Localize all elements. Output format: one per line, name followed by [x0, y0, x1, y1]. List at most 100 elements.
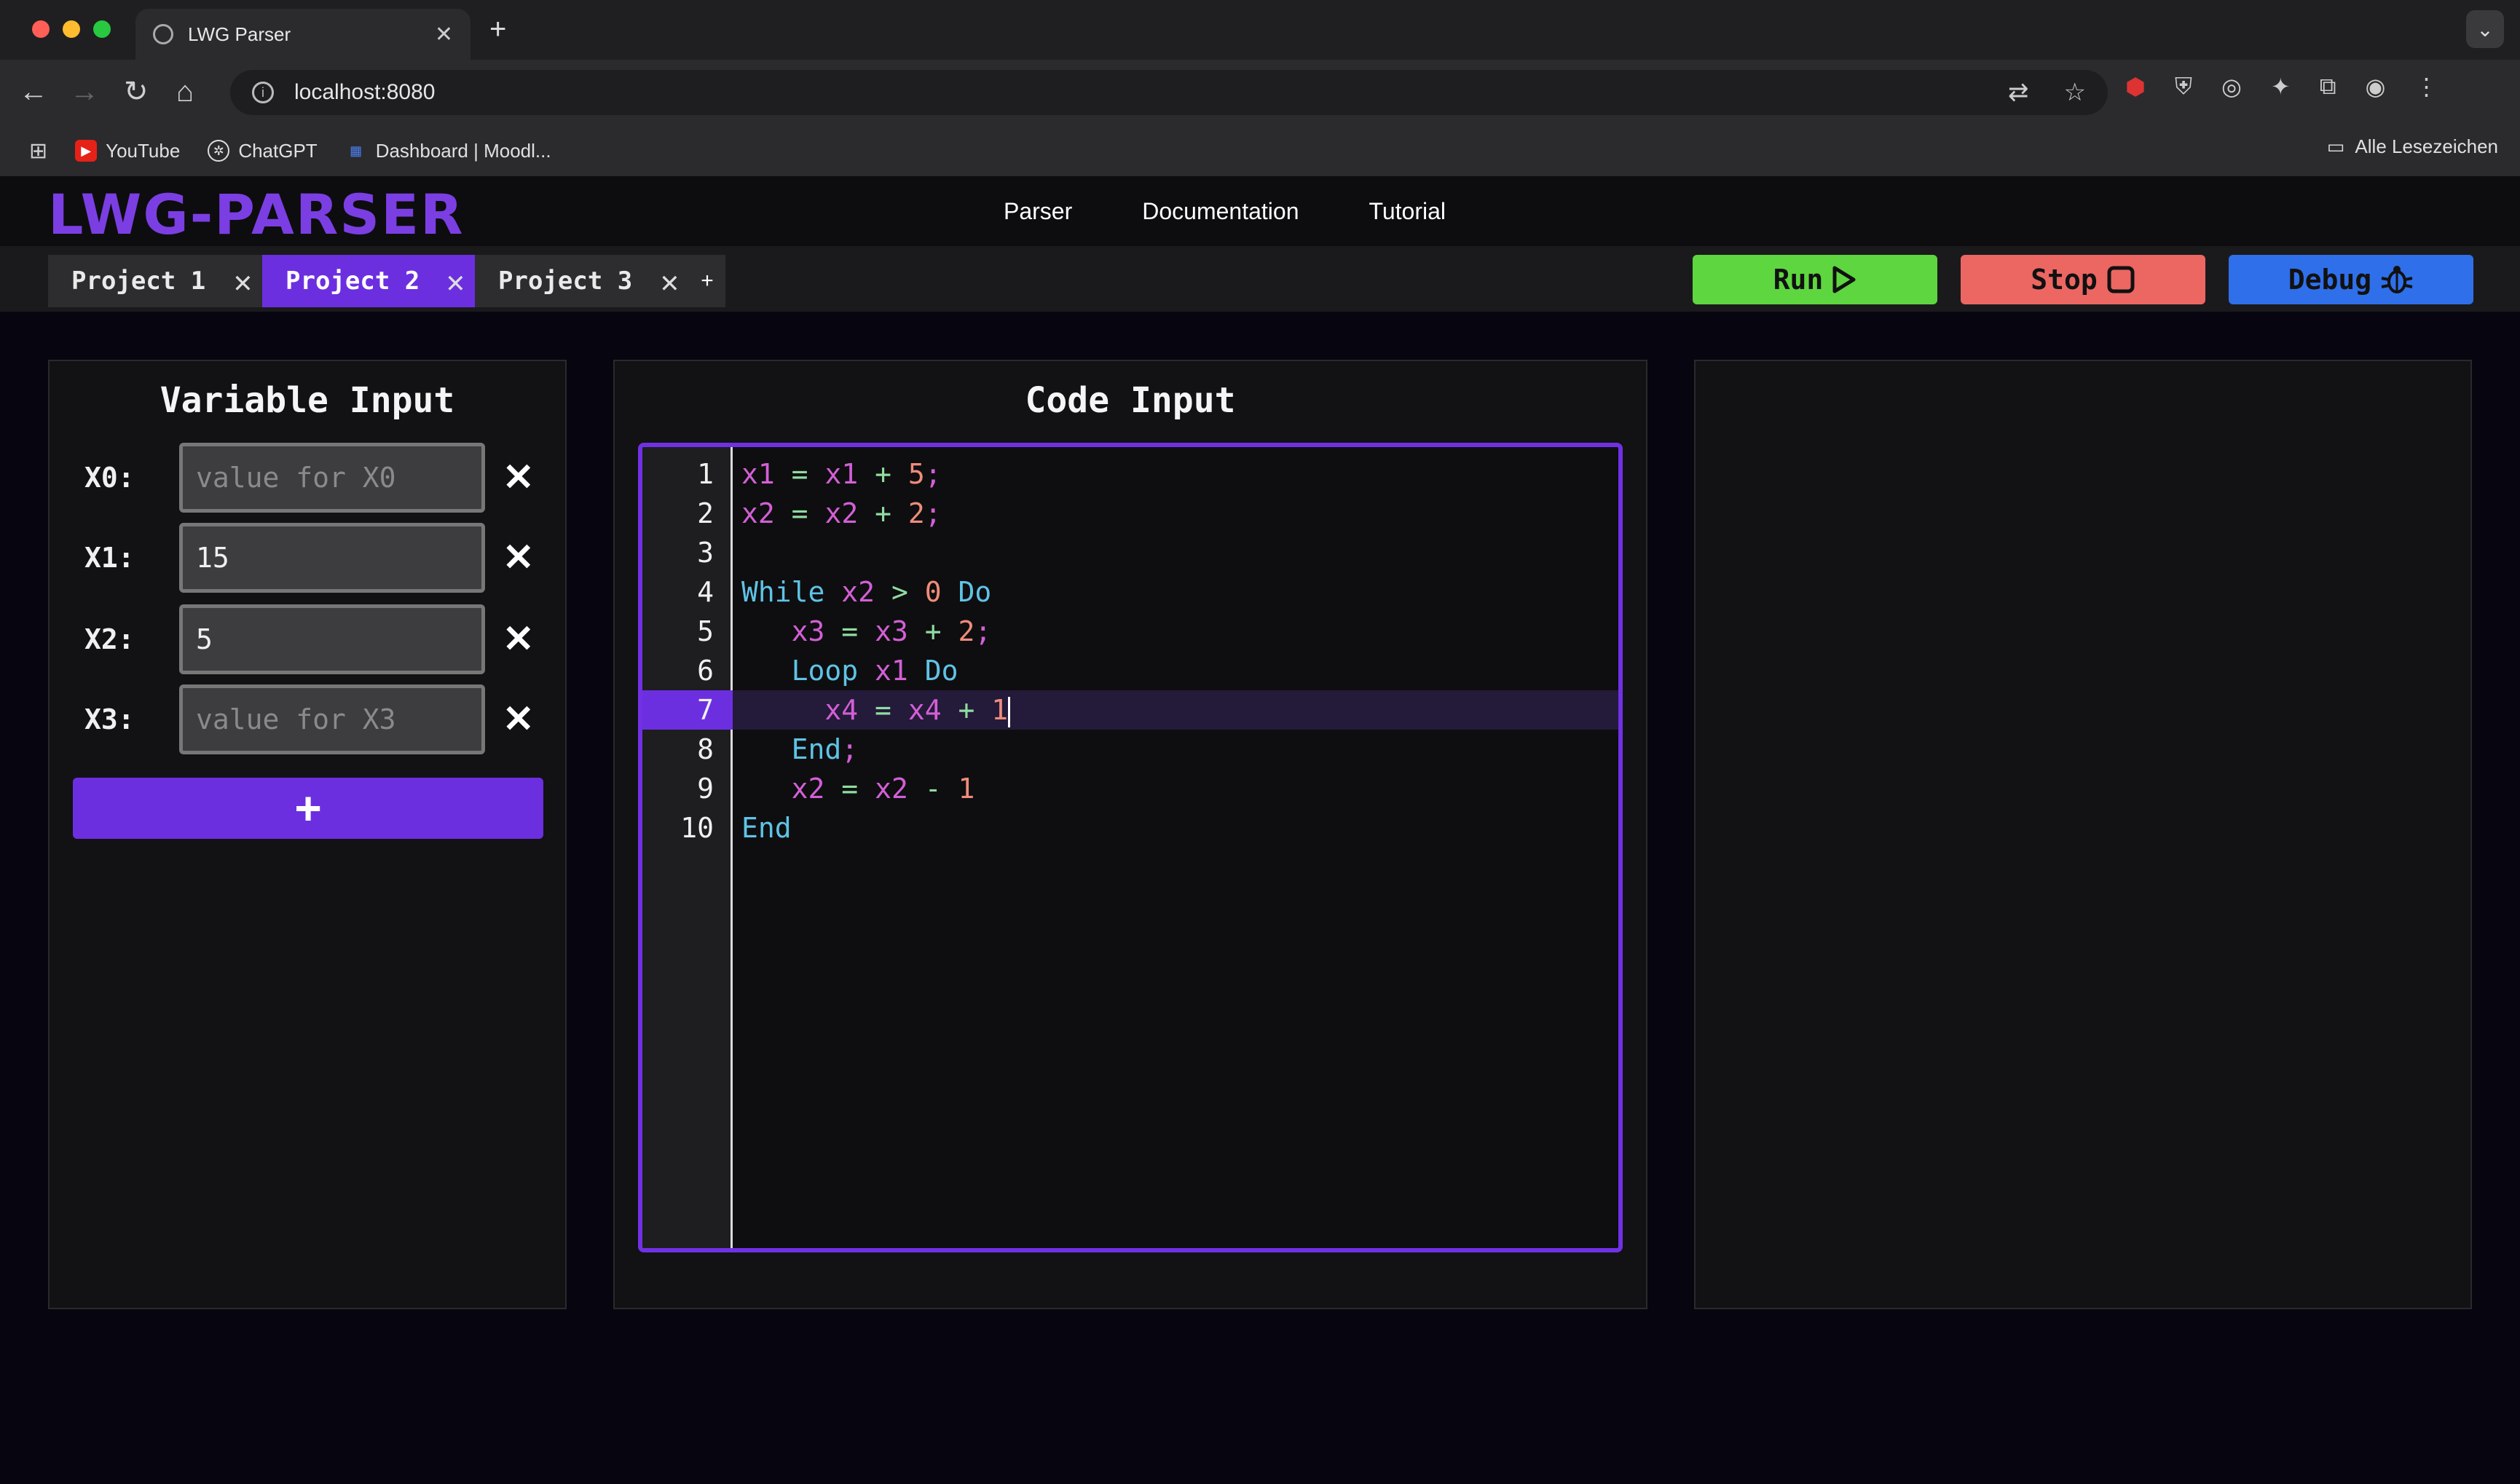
code-text: x2 = x2 - 1 — [791, 773, 975, 805]
debug-label: Debug — [2288, 264, 2372, 296]
browser-tab[interactable]: LWG Parser ✕ — [135, 9, 470, 60]
variable-row: X0: ✕ — [84, 443, 535, 513]
code-line[interactable]: 6 Loop x1 Do — [642, 651, 1618, 690]
line-number: 6 — [697, 655, 714, 687]
line-number: 3 — [697, 537, 714, 569]
code-editor[interactable]: 1 x1 = x1 + 5; 2 x2 = x2 + 2; 3 4 While x2 > 0… — [638, 443, 1623, 1252]
code-line[interactable]: 7 x4 = x4 + 1 — [642, 690, 1618, 730]
panel-title: Variable Input — [160, 380, 455, 421]
remove-variable-icon[interactable]: ✕ — [503, 617, 535, 661]
extensions-bar: ⬢ ⛨ ◎ ✦ ⧉ ◉ ⋮ — [2125, 73, 2438, 100]
code-input-panel: Code Input 1 x1 = x1 + 5; 2 x2 = x2 + 2; 3 4 W… — [613, 360, 1647, 1309]
code-line[interactable]: 2 x2 = x2 + 2; — [642, 494, 1618, 533]
menu-kebab-icon[interactable]: ⋮ — [2414, 73, 2438, 100]
code-line[interactable]: 10 End — [642, 808, 1618, 848]
code-text: x2 = x2 + 2; — [741, 497, 942, 529]
project-tab-label: Project 1 — [71, 267, 206, 296]
forward-icon[interactable]: → — [70, 76, 99, 108]
variable-label: X1: — [84, 542, 135, 574]
bookmarks-bar: ⊞ ▶ YouTube ✲ ChatGPT ▦ Dashboard | Moodl..… — [0, 125, 2520, 176]
close-project-icon[interactable]: ✕ — [446, 264, 465, 299]
code-line[interactable]: 5 x3 = x3 + 2; — [642, 612, 1618, 651]
line-number: 4 — [697, 576, 714, 608]
window-controls — [32, 20, 111, 38]
nav-documentation[interactable]: Documentation — [1142, 198, 1299, 225]
line-number: 7 — [642, 690, 733, 730]
all-bookmarks-button[interactable]: ▭ Alle Lesezeichen — [2327, 135, 2498, 158]
glasses-icon[interactable]: ◎ — [2221, 73, 2242, 100]
variable-label: X3: — [84, 703, 135, 735]
close-project-icon[interactable]: ✕ — [234, 264, 252, 299]
nav-tutorial[interactable]: Tutorial — [1369, 198, 1446, 225]
back-icon[interactable]: ← — [19, 76, 48, 108]
stop-icon — [2107, 266, 2135, 293]
bookmark-label: Dashboard | Moodl... — [375, 139, 551, 162]
close-project-icon[interactable]: ✕ — [661, 264, 679, 299]
top-nav: Parser Documentation Tutorial — [1004, 198, 1446, 225]
all-bookmarks-label: Alle Lesezeichen — [2355, 135, 2498, 157]
zoom-window-button[interactable] — [93, 20, 111, 38]
code-text: While x2 > 0 Do — [741, 576, 992, 608]
variable-row: X3: ✕ — [84, 684, 535, 754]
remove-variable-icon[interactable]: ✕ — [503, 536, 535, 580]
remove-variable-icon[interactable]: ✕ — [503, 456, 535, 500]
address-bar[interactable]: i localhost:8080 ⇄ ☆ — [230, 70, 2108, 115]
home-icon[interactable]: ⌂ — [176, 76, 194, 108]
bookmark-chatgpt[interactable]: ✲ ChatGPT — [208, 140, 318, 162]
stop-label: Stop — [2031, 264, 2098, 296]
variable-label: X2: — [84, 623, 135, 655]
debug-button[interactable]: Debug — [2229, 255, 2473, 304]
variable-input-x1[interactable] — [179, 523, 485, 593]
chatgpt-icon: ✲ — [208, 140, 230, 162]
project-tab-3[interactable]: Project 3 ✕ — [475, 255, 689, 307]
code-text: x1 = x1 + 5; — [741, 458, 942, 490]
new-tab-button[interactable]: + — [489, 13, 506, 46]
site-info-icon[interactable]: i — [252, 82, 274, 103]
project-tab-2[interactable]: Project 2 ✕ — [262, 255, 475, 307]
code-text: Loop x1 Do — [791, 655, 958, 687]
variable-input-x3[interactable] — [179, 684, 485, 754]
add-variable-button[interactable]: + — [73, 778, 543, 839]
code-line[interactable]: 8 End; — [642, 730, 1618, 769]
extension-icon[interactable]: ✦ — [2271, 73, 2291, 100]
apps-grid-icon[interactable]: ⊞ — [29, 138, 47, 164]
code-line[interactable]: 9 x2 = x2 - 1 — [642, 769, 1618, 808]
code-line[interactable]: 4 While x2 > 0 Do — [642, 572, 1618, 612]
bookmark-youtube[interactable]: ▶ YouTube — [75, 140, 180, 162]
folder-icon: ▭ — [2326, 135, 2345, 157]
stop-button[interactable]: Stop — [1961, 255, 2205, 304]
line-number: 2 — [697, 497, 714, 529]
shield-icon[interactable]: ⛨ — [2175, 73, 2192, 100]
bookmark-star-icon[interactable]: ☆ — [2064, 78, 2086, 107]
project-tab-1[interactable]: Project 1 ✕ — [48, 255, 262, 307]
reload-icon[interactable]: ↻ — [124, 76, 149, 108]
line-number: 5 — [697, 615, 714, 647]
add-project-button[interactable]: + — [689, 255, 725, 307]
remove-variable-icon[interactable]: ✕ — [503, 698, 535, 741]
profile-avatar[interactable]: ◉ — [2366, 73, 2386, 100]
variable-row: X2: ✕ — [84, 604, 535, 674]
code-text: x4 = x4 + 1 — [741, 690, 1011, 730]
variable-input-x0[interactable] — [179, 443, 485, 513]
close-tab-icon[interactable]: ✕ — [435, 22, 453, 47]
app-logo[interactable]: LWG-PARSER — [48, 182, 465, 247]
panel-title: Code Input — [1025, 380, 1236, 421]
code-line[interactable]: 3 — [642, 533, 1618, 572]
minimize-window-button[interactable] — [63, 20, 80, 38]
run-button[interactable]: Run — [1693, 255, 1937, 304]
close-window-button[interactable] — [32, 20, 50, 38]
code-text: End — [741, 812, 792, 844]
bookmark-moodle[interactable]: ▦ Dashboard | Moodl... — [345, 140, 551, 162]
line-number: 1 — [697, 458, 714, 490]
tab-search-button[interactable]: ⌄ — [2466, 10, 2504, 48]
puzzle-icon[interactable]: ⧉ — [2320, 73, 2336, 100]
run-label: Run — [1773, 264, 1824, 296]
nav-parser[interactable]: Parser — [1004, 198, 1072, 225]
project-tab-label: Project 3 — [498, 267, 633, 296]
youtube-icon: ▶ — [75, 140, 98, 162]
ublock-icon[interactable]: ⬢ — [2125, 73, 2146, 100]
code-text: x3 = x3 + 2; — [791, 615, 992, 647]
translate-icon[interactable]: ⇄ — [2008, 78, 2029, 107]
code-line[interactable]: 1 x1 = x1 + 5; — [642, 454, 1618, 494]
variable-input-x2[interactable] — [179, 604, 485, 674]
